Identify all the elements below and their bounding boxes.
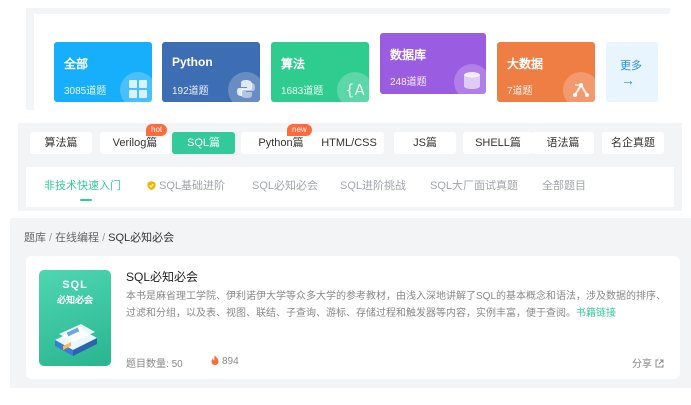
breadcrumb-section[interactable]: 在线编程 <box>55 232 99 244</box>
tag-python[interactable]: Python篇 new <box>241 124 321 154</box>
tag-label: SQL篇 <box>186 137 220 149</box>
category-cards: 全部 3085道题 Python 192道题 算法 1683道题 {A} <box>34 14 670 110</box>
tag-sql[interactable]: SQL篇 <box>172 132 235 154</box>
popularity: 894 <box>211 355 239 367</box>
category-title: 大数据 <box>507 57 544 71</box>
sub-tab-nontech-intro[interactable]: 非技术快速入门 <box>44 177 121 193</box>
python-icon <box>228 72 260 102</box>
category-count: 248道题 <box>390 77 427 88</box>
topic-tag-panel: 算法篇 Verilog篇 hot SQL篇 Python篇 new HTML/CSS… <box>18 123 682 211</box>
network-icon <box>563 72 595 102</box>
category-card-all[interactable]: 全部 3085道题 <box>54 42 152 102</box>
breadcrumb-current: SQL必知必会 <box>108 232 175 244</box>
book-card: SQL 必知必会 SQL必知必会 本书是麻省理工学院、伊利诺伊大学等众多大学的参… <box>26 256 680 379</box>
category-count: 192道题 <box>172 86 209 97</box>
braces-icon: {A} <box>337 72 369 102</box>
tag-label: JS篇 <box>413 137 437 149</box>
category-count: 1683道题 <box>281 86 324 97</box>
page: 全部 3085道题 Python 192道题 算法 1683道题 {A} <box>0 0 691 405</box>
question-count: 题目数量: 50 <box>126 355 183 370</box>
category-panel: 全部 3085道题 Python 192道题 算法 1683道题 {A} <box>26 8 670 110</box>
more-categories-button[interactable]: 更多 → <box>606 42 658 102</box>
more-label: 更多 <box>620 60 642 72</box>
tag-label: 名企真题 <box>611 137 655 149</box>
category-title: 算法 <box>281 57 306 71</box>
sub-tab-sql-must-know[interactable]: SQL必知必会 <box>252 177 318 193</box>
book-title[interactable]: SQL必知必会 <box>126 268 198 285</box>
tag-algorithm[interactable]: 算法篇 <box>30 132 92 154</box>
tag-label: Python篇 <box>258 137 304 149</box>
question-count-value: 50 <box>171 359 183 370</box>
tag-label: HTML/CSS <box>321 137 377 149</box>
category-card-python[interactable]: Python 192道题 <box>162 42 260 102</box>
shield-icon <box>147 181 156 190</box>
tag-label: Verilog篇 <box>112 137 158 149</box>
tag-shell[interactable]: SHELL篇 <box>463 132 533 154</box>
svg-text:{A}: {A} <box>345 81 365 99</box>
popularity-value: 894 <box>222 356 239 367</box>
tag-syntax[interactable]: 语法篇 <box>532 132 594 154</box>
sub-tab-all-questions[interactable]: 全部题目 <box>542 177 586 193</box>
share-icon <box>655 359 664 368</box>
hot-badge: hot <box>146 124 168 136</box>
book-description: 本书是麻省理工学院、伊利诺伊大学等众多大学的参考教材，由浅入深地讲解了SQL的基… <box>126 288 666 322</box>
grid-icon <box>120 72 152 102</box>
arrow-right-icon: → <box>621 72 635 88</box>
tag-html-css[interactable]: HTML/CSS <box>314 132 384 154</box>
tag-label: 语法篇 <box>546 137 580 149</box>
category-card-bigdata[interactable]: 大数据 7道题 <box>497 42 595 102</box>
breadcrumb: 题库 / 在线编程 / SQL必知必会 <box>24 229 174 245</box>
flame-icon <box>211 355 219 365</box>
category-card-algorithm[interactable]: 算法 1683道题 {A} <box>271 42 369 102</box>
sub-tab-sql-advanced[interactable]: SQL进阶挑战 <box>340 177 406 193</box>
book-panel: 题库 / 在线编程 / SQL必知必会 SQL 必知必会 SQL必知必会 本书是麻省理工… <box>10 218 691 388</box>
tag-company-exams[interactable]: 名企真题 <box>602 132 664 154</box>
cover-title-line1: SQL <box>62 279 88 291</box>
category-title: 全部 <box>64 57 89 71</box>
category-count: 7道题 <box>507 86 533 97</box>
database-icon <box>454 64 486 94</box>
category-card-database[interactable]: 数据库 248道题 <box>380 33 486 94</box>
breadcrumb-root[interactable]: 题库 <box>24 232 46 244</box>
category-title: Python <box>172 55 213 69</box>
breadcrumb-separator: / <box>102 232 106 244</box>
tag-verilog[interactable]: Verilog篇 hot <box>100 124 170 154</box>
sub-tab-label: SQL基础进阶 <box>159 180 226 192</box>
tag-label: SHELL篇 <box>475 137 521 149</box>
sub-tab-sql-basics[interactable]: SQL基础进阶 <box>147 177 225 193</box>
share-label: 分享 <box>632 359 652 370</box>
sub-tab-bar: 非技术快速入门 SQL基础进阶 SQL必知必会 SQL进阶挑战 SQL大厂面试真… <box>26 167 674 207</box>
breadcrumb-separator: / <box>49 232 53 244</box>
category-title: 数据库 <box>390 48 427 62</box>
tag-label: 算法篇 <box>44 137 78 149</box>
tag-js[interactable]: JS篇 <box>394 132 456 154</box>
sub-tab-sql-interview[interactable]: SQL大厂面试真题 <box>430 177 518 193</box>
book-cover: SQL 必知必会 <box>39 270 111 366</box>
new-badge: new <box>287 124 312 136</box>
book-link[interactable]: 书籍链接 <box>576 308 616 319</box>
cover-title-line2: 必知必会 <box>56 295 93 305</box>
category-count: 3085道题 <box>64 86 107 97</box>
book-illustration-icon <box>55 324 97 356</box>
active-tab-underline <box>80 199 92 201</box>
question-count-label: 题目数量: <box>126 359 169 370</box>
share-button[interactable]: 分享 <box>632 355 664 370</box>
